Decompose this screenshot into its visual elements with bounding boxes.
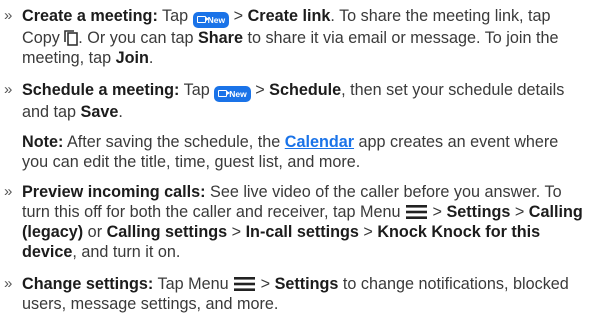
- text: >: [250, 81, 270, 99]
- list-item-schedule-meeting: » Schedule a meeting: Tap New > Schedule…: [4, 80, 583, 122]
- text: Tap: [157, 7, 193, 25]
- create-link-label: Create link: [247, 7, 331, 25]
- share-label: Share: [197, 29, 243, 47]
- save-label: Save: [80, 103, 119, 121]
- list-item-preview-calls: » Preview incoming calls: See live video…: [4, 182, 583, 262]
- text: >: [358, 223, 378, 241]
- note-label: Note:: [22, 133, 64, 151]
- video-camera-icon: [196, 16, 209, 23]
- text: . Or you can tap: [78, 29, 198, 47]
- new-button-icon: New: [214, 86, 251, 102]
- copy-icon: [64, 30, 79, 46]
- text: Tap Menu: [153, 275, 234, 293]
- text: .: [148, 49, 154, 67]
- in-call-settings-label: In-call settings: [245, 223, 359, 241]
- bullet: »: [4, 7, 13, 24]
- bullet: »: [4, 183, 13, 200]
- text: >: [510, 203, 529, 221]
- new-badge-label: New: [229, 89, 247, 99]
- text: >: [229, 7, 248, 25]
- calling-settings-label: Calling settings: [106, 223, 228, 241]
- text: or: [83, 223, 107, 241]
- new-button-icon: New: [192, 12, 230, 28]
- item-title: Preview incoming calls:: [22, 183, 206, 201]
- item-title: Create a meeting:: [22, 7, 158, 25]
- calendar-link[interactable]: Calendar: [285, 133, 354, 151]
- settings-label: Settings: [446, 203, 511, 221]
- text: Tap: [179, 81, 215, 99]
- help-page: » Create a meeting: Tap New > Create lin…: [0, 0, 591, 314]
- menu-icon: [406, 205, 428, 219]
- bullet: »: [4, 275, 13, 292]
- join-label: Join: [115, 49, 149, 67]
- list-item-create-meeting: » Create a meeting: Tap New > Create lin…: [4, 6, 583, 68]
- note-paragraph: Note: After saving the schedule, the Cal…: [22, 132, 583, 172]
- text: , and turn it on.: [72, 243, 181, 261]
- list-item-change-settings: » Change settings: Tap Menu > Settings t…: [4, 274, 583, 314]
- new-badge-label: New: [207, 15, 226, 25]
- video-camera-icon: [218, 90, 231, 97]
- text: >: [227, 223, 246, 241]
- text: >: [428, 203, 447, 221]
- text: .: [118, 103, 123, 121]
- text: After saving the schedule, the: [63, 133, 285, 151]
- bullet: »: [4, 81, 13, 98]
- text: >: [256, 275, 275, 293]
- settings-label: Settings: [274, 275, 339, 293]
- item-title: Schedule a meeting:: [22, 81, 180, 99]
- menu-icon: [234, 277, 256, 291]
- schedule-label: Schedule: [269, 81, 342, 99]
- item-title: Change settings:: [22, 275, 154, 293]
